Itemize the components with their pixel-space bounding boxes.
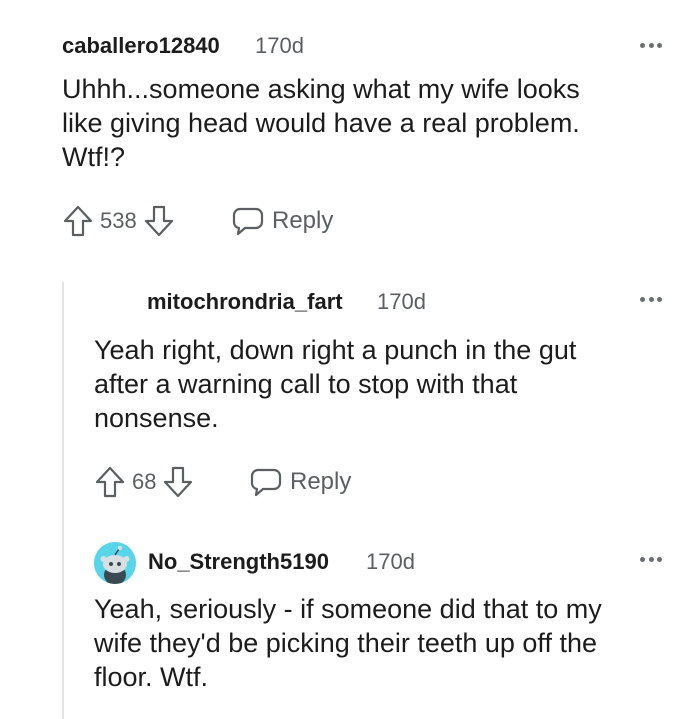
comment-body-line: Wtf!?: [62, 142, 126, 172]
downvote-arrow-icon[interactable]: [162, 465, 194, 499]
reply-button[interactable]: Reply: [232, 206, 333, 236]
comment-timestamp: 170d: [255, 33, 304, 58]
comment-body: Yeah right, down right a punch in the gu…: [94, 333, 576, 435]
comment-body-line: like giving head would have a real probl…: [62, 108, 580, 138]
comment-body-line: wife they'd be picking their teeth up of…: [94, 628, 597, 658]
upvote-arrow-icon[interactable]: [62, 204, 94, 238]
comment-username[interactable]: mitochrondria_fart: [147, 289, 343, 315]
speech-bubble-icon: [232, 206, 264, 236]
downvote-arrow-icon[interactable]: [143, 204, 175, 238]
more-options-icon[interactable]: [640, 42, 662, 48]
reply-label: Reply: [290, 468, 352, 495]
reply-label: Reply: [272, 207, 334, 234]
vote-count: 538: [100, 208, 137, 233]
speech-bubble-icon: [250, 467, 282, 497]
upvote-arrow-icon[interactable]: [94, 465, 126, 499]
thread-line[interactable]: [62, 282, 64, 719]
reply-button[interactable]: Reply: [250, 467, 351, 497]
more-options-icon[interactable]: [640, 556, 662, 562]
comment-timestamp: 170d: [366, 549, 415, 574]
comment-username[interactable]: No_Strength5190: [148, 549, 329, 575]
more-options-icon[interactable]: [640, 296, 662, 302]
comment-body-line: nonsense.: [94, 403, 219, 433]
comment-body-line: Uhhh...someone asking what my wife looks: [62, 74, 580, 104]
comment-body: Uhhh...someone asking what my wife looks…: [62, 72, 580, 174]
vote-count: 68: [132, 469, 157, 494]
comment-username[interactable]: caballero12840: [62, 33, 220, 59]
comment-body: Yeah, seriously - if someone did that to…: [94, 592, 602, 694]
comment-body-line: Yeah right, down right a punch in the gu…: [94, 335, 577, 365]
comment-body-line: Yeah, seriously - if someone did that to…: [94, 594, 602, 624]
vote-controls: 538: [62, 204, 175, 238]
comment-thread: caballero12840 170d Uhhh...someone askin…: [0, 0, 700, 719]
vote-controls: 68: [94, 465, 194, 499]
comment-body-line: after a warning call to stop with that: [94, 369, 518, 399]
comment-timestamp: 170d: [377, 289, 426, 314]
comment-body-line: floor. Wtf.: [94, 662, 209, 692]
snoo-avatar-icon[interactable]: [94, 542, 136, 584]
